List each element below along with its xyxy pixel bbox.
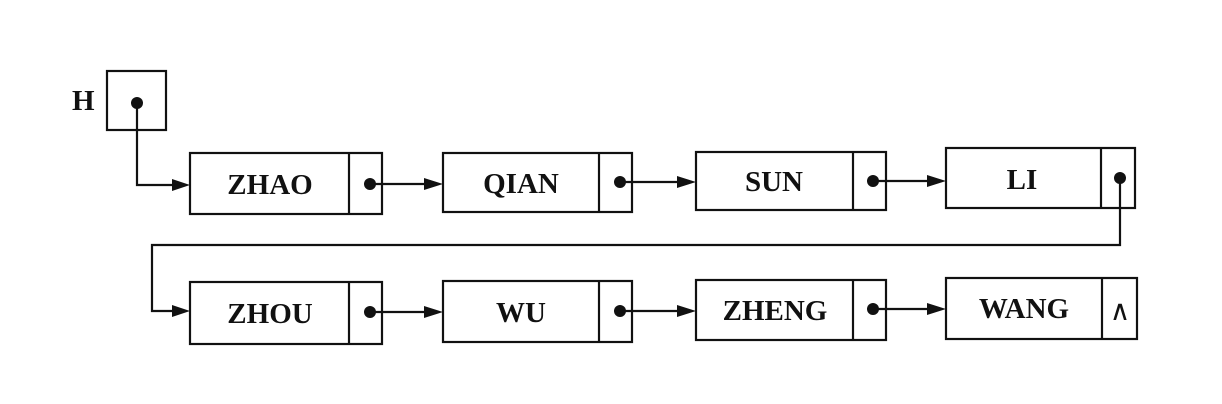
list-node-sun: SUN — [694, 150, 888, 212]
list-node-zheng: ZHENG — [694, 278, 888, 342]
node-data-wu: WU — [496, 297, 546, 329]
link-arrowhead-1 — [424, 178, 443, 190]
null-pointer-symbol: ∧ — [1110, 294, 1131, 327]
link-arrowhead-6 — [677, 305, 696, 317]
node-data-zhou: ZHOU — [227, 298, 312, 330]
head-label: H — [72, 85, 95, 117]
list-node-li: LI — [944, 146, 1137, 210]
list-node-qian: QIAN — [441, 151, 634, 214]
link-arrowhead-5 — [424, 306, 443, 318]
node-data-zheng: ZHENG — [723, 295, 828, 327]
node-data-li: LI — [1007, 164, 1038, 196]
list-node-wu: WU — [441, 279, 634, 344]
list-node-zhao: ZHAO — [188, 151, 384, 216]
node-data-sun: SUN — [745, 166, 803, 198]
linked-list-diagram: H ZHAO QIAN SUN LI ZHOU WU ZHENG WANG ∧ — [0, 0, 1222, 404]
node-data-zhao: ZHAO — [227, 169, 312, 201]
link-arrowhead-2 — [677, 176, 696, 188]
link-arrowhead-7 — [927, 303, 946, 315]
wrap-link-arrowhead — [172, 305, 190, 317]
node-data-qian: QIAN — [483, 168, 559, 200]
diagram-canvas: H ZHAO QIAN SUN LI ZHOU WU ZHENG WANG ∧ — [72, 69, 1139, 346]
list-node-zhou: ZHOU — [188, 280, 384, 346]
node-data-wang: WANG — [979, 293, 1069, 325]
list-node-wang: WANG ∧ — [944, 276, 1139, 341]
head-link-arrowhead — [172, 179, 190, 191]
link-arrowhead-3 — [927, 175, 946, 187]
